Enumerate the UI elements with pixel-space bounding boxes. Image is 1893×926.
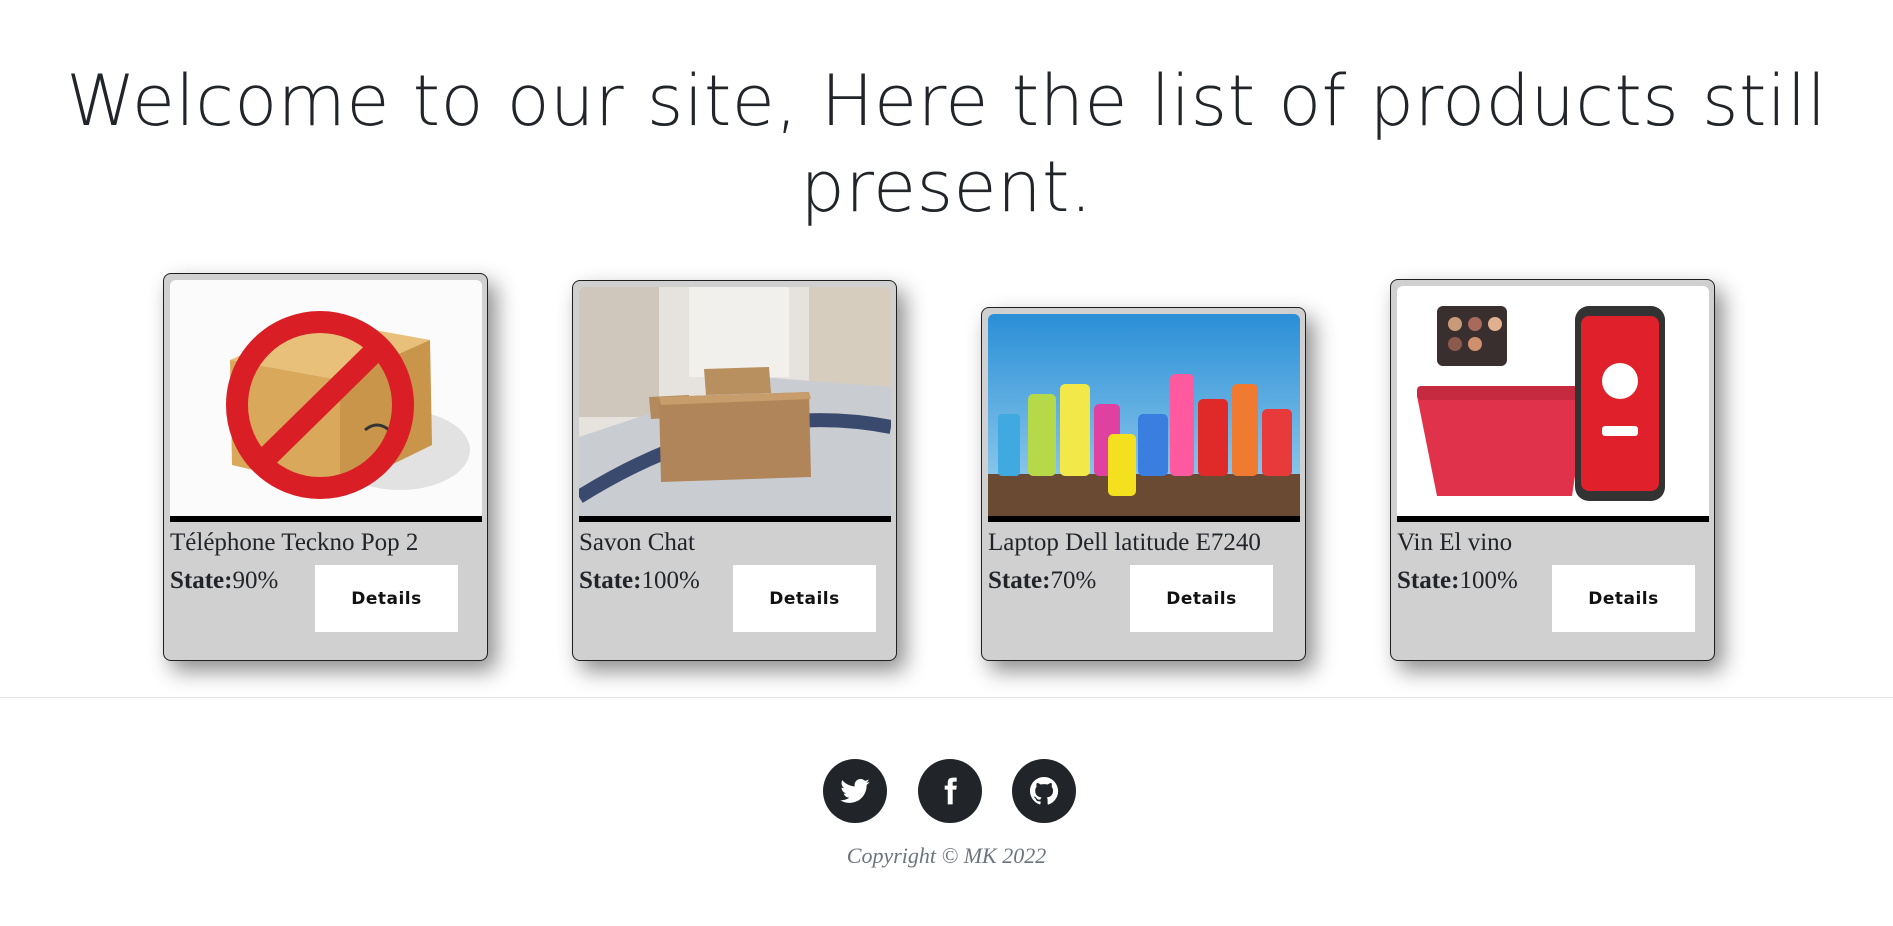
state-value: 100% bbox=[1459, 567, 1518, 594]
github-link[interactable] bbox=[1012, 759, 1076, 823]
product-card: Vin El vino State:100% Details bbox=[1390, 279, 1715, 661]
state-label: State: bbox=[170, 567, 233, 594]
product-card: Laptop Dell latitude E7240 State:70% Det… bbox=[981, 307, 1306, 661]
state-value: 70% bbox=[1050, 567, 1097, 594]
product-image bbox=[1397, 286, 1709, 522]
boxes-on-conveyor-photo bbox=[579, 287, 891, 516]
product-image bbox=[579, 287, 891, 522]
shopping-basket-phone-photo bbox=[1397, 286, 1709, 516]
product-state: State:100% bbox=[579, 566, 700, 596]
product-state: State:70% bbox=[988, 566, 1096, 596]
product-state: State:100% bbox=[1397, 566, 1518, 596]
product-card: Savon Chat State:100% Details bbox=[572, 280, 897, 661]
details-button[interactable]: Details bbox=[315, 565, 458, 632]
state-label: State: bbox=[579, 567, 642, 594]
twitter-link[interactable] bbox=[823, 759, 887, 823]
details-button[interactable]: Details bbox=[733, 565, 876, 632]
product-name: Téléphone Teckno Pop 2 bbox=[170, 529, 419, 556]
cleaning-bottles-photo bbox=[988, 314, 1300, 516]
details-button[interactable]: Details bbox=[1552, 565, 1695, 632]
details-button[interactable]: Details bbox=[1130, 565, 1273, 632]
twitter-icon bbox=[840, 779, 870, 803]
no-box-icon bbox=[170, 280, 482, 516]
state-value: 90% bbox=[232, 567, 279, 594]
footer-divider bbox=[0, 697, 1893, 698]
state-label: State: bbox=[988, 567, 1051, 594]
product-name: Savon Chat bbox=[579, 529, 695, 556]
page-title: Welcome to our site, Here the list of pr… bbox=[66, 60, 1827, 228]
product-card: Téléphone Teckno Pop 2 State:90% Details bbox=[163, 273, 488, 661]
copyright-text: Copyright © MK 2022 bbox=[846, 843, 1047, 868]
product-state: State:90% bbox=[170, 566, 278, 596]
product-image bbox=[988, 314, 1300, 522]
state-label: State: bbox=[1397, 567, 1460, 594]
product-name: Laptop Dell latitude E7240 bbox=[988, 529, 1261, 556]
product-name: Vin El vino bbox=[1397, 529, 1513, 556]
product-image bbox=[170, 280, 482, 522]
facebook-link[interactable] bbox=[918, 759, 982, 823]
facebook-icon bbox=[944, 777, 957, 805]
github-icon bbox=[1030, 777, 1059, 805]
state-value: 100% bbox=[641, 567, 700, 594]
